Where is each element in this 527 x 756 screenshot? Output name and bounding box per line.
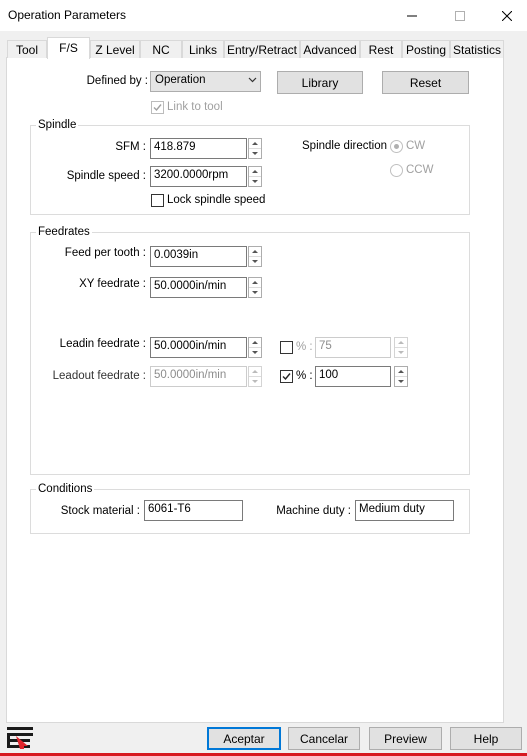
machine-duty-label: Machine duty : bbox=[276, 505, 351, 517]
arrow-up-icon bbox=[252, 250, 258, 253]
arrow-up-icon bbox=[252, 281, 258, 284]
checkmark-icon bbox=[153, 104, 162, 112]
stock-material-label: Stock material : bbox=[60, 505, 140, 517]
arrow-up-icon bbox=[252, 142, 258, 145]
spindle-speed-field[interactable]: 3200.0000rpm bbox=[150, 166, 247, 187]
arrow-up-icon bbox=[252, 341, 258, 344]
ccw-radio[interactable] bbox=[390, 164, 403, 177]
tab-posting[interactable]: Posting bbox=[402, 40, 450, 58]
spindle-speed-label: Spindle speed : bbox=[66, 170, 146, 182]
sfm-field[interactable]: 418.879 bbox=[150, 138, 247, 159]
defined-by-select[interactable]: Operation bbox=[150, 71, 261, 92]
leadout-feedrate-field[interactable]: 50.0000in/min bbox=[150, 366, 247, 387]
minimize-icon bbox=[407, 15, 417, 16]
leadin-feedrate-field[interactable]: 50.0000in/min bbox=[150, 337, 247, 358]
arrow-down-icon bbox=[252, 351, 258, 354]
leadout-percent-stepper[interactable] bbox=[394, 366, 408, 387]
machine-duty-field[interactable]: Medium duty bbox=[355, 500, 454, 521]
leadin-feedrate-label: Leadin feedrate : bbox=[59, 338, 146, 350]
maximize-icon bbox=[455, 10, 465, 21]
chevron-down-icon bbox=[248, 77, 257, 83]
leadout-feedrate-label: Leadout feedrate : bbox=[52, 370, 146, 382]
maximize-button[interactable] bbox=[437, 0, 483, 31]
ok-button[interactable]: Aceptar bbox=[207, 727, 281, 750]
xy-feedrate-label: XY feedrate : bbox=[79, 278, 146, 290]
reset-button[interactable]: Reset bbox=[382, 71, 469, 94]
xy-feedrate-field[interactable]: 50.0000in/min bbox=[150, 277, 247, 298]
leadout-percent-field[interactable]: 100 bbox=[315, 366, 391, 387]
cancel-button[interactable]: Cancelar bbox=[288, 727, 360, 750]
arrow-up-icon bbox=[398, 341, 404, 344]
arrow-down-icon bbox=[398, 351, 404, 354]
leadin-percent-checkbox[interactable] bbox=[280, 341, 293, 354]
preview-button[interactable]: Preview bbox=[369, 727, 442, 750]
checkmark-icon bbox=[282, 373, 291, 381]
arrow-down-icon bbox=[252, 380, 258, 383]
close-button[interactable] bbox=[484, 0, 527, 31]
library-button[interactable]: Library bbox=[277, 71, 363, 94]
tab-tool[interactable]: Tool bbox=[7, 40, 47, 58]
tab-z-level[interactable]: Z Level bbox=[90, 40, 140, 58]
tab-links[interactable]: Links bbox=[182, 40, 224, 58]
leadout-percent-label: % : bbox=[296, 370, 313, 382]
arrow-up-icon bbox=[252, 170, 258, 173]
arrow-down-icon bbox=[252, 260, 258, 263]
operation-manager-icon[interactable] bbox=[7, 725, 37, 751]
leadin-feedrate-stepper[interactable] bbox=[248, 337, 262, 358]
leadout-percent-checkbox[interactable] bbox=[280, 370, 293, 383]
help-button[interactable]: Help bbox=[450, 727, 522, 750]
leadin-percent-label: % : bbox=[296, 341, 313, 353]
feedrates-group-label: Feedrates bbox=[36, 226, 92, 238]
link-to-tool-label: Link to tool bbox=[167, 101, 223, 113]
defined-by-label: Defined by : bbox=[86, 75, 148, 87]
minimize-button[interactable] bbox=[389, 0, 435, 31]
defined-by-value: Operation bbox=[155, 74, 206, 86]
cw-label: CW bbox=[406, 140, 426, 152]
xy-feedrate-stepper[interactable] bbox=[248, 277, 262, 298]
lock-spindle-speed-label: Lock spindle speed bbox=[167, 194, 266, 206]
tab-fs[interactable]: F/S bbox=[47, 37, 90, 59]
sfm-label: SFM : bbox=[115, 141, 146, 153]
lock-spindle-speed-checkbox[interactable] bbox=[151, 194, 164, 207]
leadin-percent-stepper[interactable] bbox=[394, 337, 408, 358]
spindle-speed-stepper[interactable] bbox=[248, 166, 262, 187]
cw-radio[interactable] bbox=[390, 140, 403, 153]
arrow-down-icon bbox=[252, 152, 258, 155]
arrow-down-icon bbox=[252, 291, 258, 294]
spindle-direction-label: Spindle direction : bbox=[302, 140, 394, 152]
stock-material-field[interactable]: 6061-T6 bbox=[144, 500, 243, 521]
conditions-group-label: Conditions bbox=[36, 483, 95, 495]
sfm-stepper[interactable] bbox=[248, 138, 262, 159]
tab-rest[interactable]: Rest bbox=[360, 40, 402, 58]
arrow-down-icon bbox=[252, 180, 258, 183]
feed-per-tooth-stepper[interactable] bbox=[248, 246, 262, 267]
tab-advanced[interactable]: Advanced bbox=[300, 40, 360, 58]
feed-per-tooth-field[interactable]: 0.0039in bbox=[150, 246, 247, 267]
tab-entry-retract[interactable]: Entry/Retract bbox=[224, 40, 300, 58]
close-icon bbox=[502, 10, 512, 21]
spindle-group-label: Spindle bbox=[36, 119, 79, 131]
window-title: Operation Parameters bbox=[8, 8, 127, 22]
ccw-label: CCW bbox=[406, 164, 434, 176]
arrow-up-icon bbox=[252, 370, 258, 373]
link-to-tool-checkbox[interactable] bbox=[151, 101, 164, 114]
arrow-up-icon bbox=[398, 370, 404, 373]
tab-nc[interactable]: NC bbox=[140, 40, 182, 58]
tab-statistics[interactable]: Statistics bbox=[450, 40, 504, 58]
arrow-down-icon bbox=[398, 380, 404, 383]
feed-per-tooth-label: Feed per tooth : bbox=[64, 247, 146, 259]
leadin-percent-field[interactable]: 75 bbox=[315, 337, 391, 358]
leadout-feedrate-stepper[interactable] bbox=[248, 366, 262, 387]
